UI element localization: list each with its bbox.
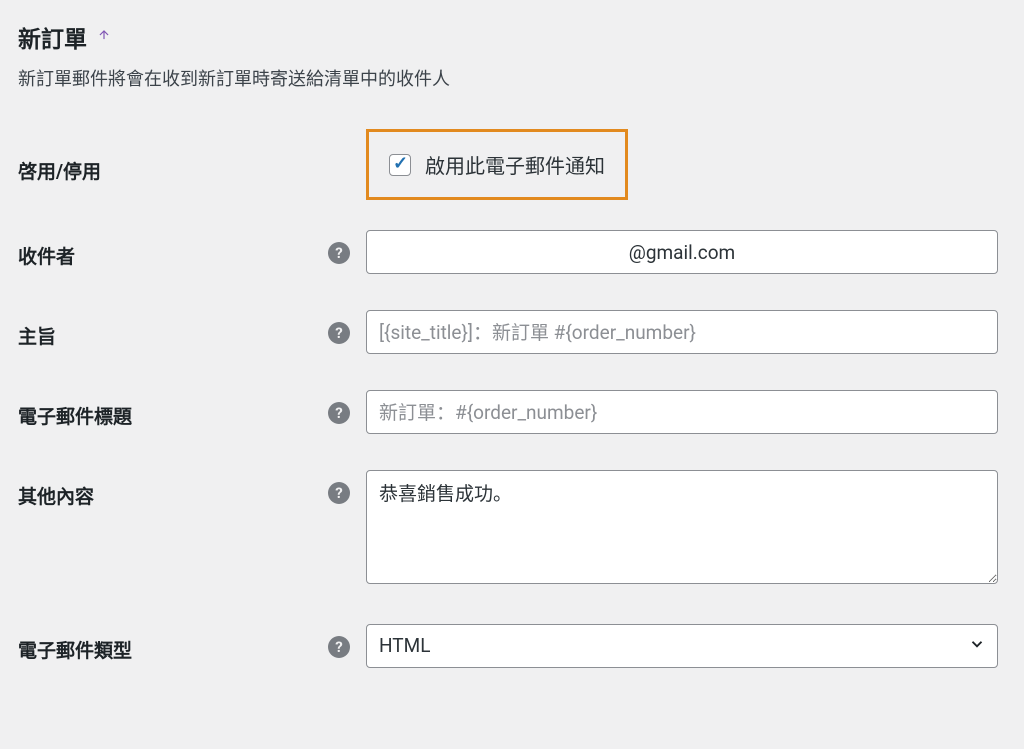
enable-checkbox[interactable] xyxy=(389,154,411,176)
enable-label: 啓用/停用 xyxy=(18,129,278,212)
help-icon[interactable]: ? xyxy=(328,322,350,344)
subject-input[interactable] xyxy=(366,310,998,354)
page-title: 新訂單 xyxy=(18,20,87,54)
enable-checkbox-label: 啟用此電子郵件通知 xyxy=(425,150,605,179)
recipient-input[interactable] xyxy=(366,230,998,274)
help-icon[interactable]: ? xyxy=(328,242,350,264)
enable-highlight-box: 啟用此電子郵件通知 xyxy=(366,129,628,200)
back-link[interactable] xyxy=(97,28,111,46)
additional-content-textarea[interactable] xyxy=(366,470,998,584)
recipient-label: 收件者 xyxy=(18,212,278,292)
email-heading-input[interactable] xyxy=(366,390,998,434)
help-icon[interactable]: ? xyxy=(328,636,350,658)
help-icon[interactable]: ? xyxy=(328,402,350,424)
email-type-label: 電子郵件類型 xyxy=(18,606,278,686)
email-type-select[interactable]: HTML xyxy=(366,624,998,668)
back-arrow-icon xyxy=(97,28,111,46)
additional-content-label: 其他內容 xyxy=(18,452,278,606)
subject-label: 主旨 xyxy=(18,292,278,372)
help-icon[interactable]: ? xyxy=(328,482,350,504)
email-heading-label: 電子郵件標題 xyxy=(18,372,278,452)
page-description: 新訂單郵件將會在收到新訂單時寄送給清單中的收件人 xyxy=(18,66,1006,93)
